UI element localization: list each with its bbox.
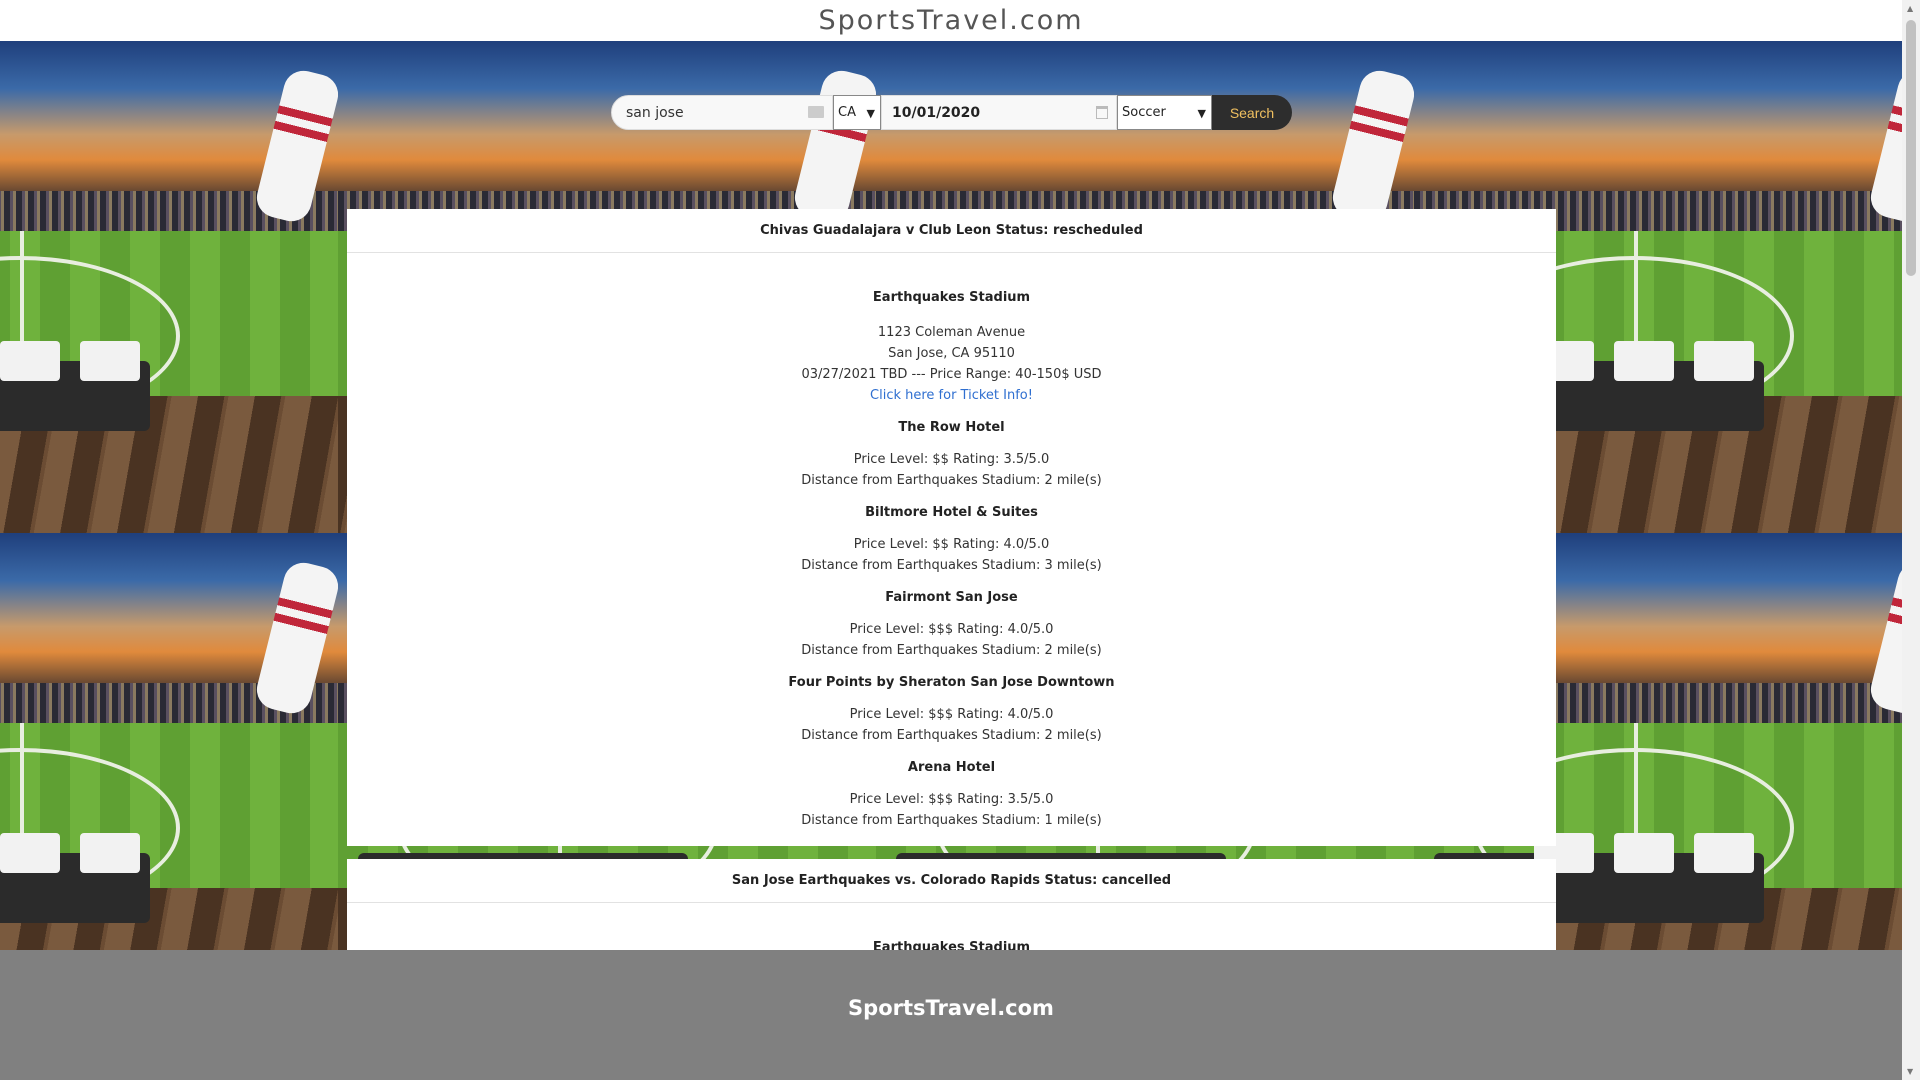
scroll-down-icon[interactable]: ▼: [1907, 1067, 1913, 1076]
event-card: San Jose Earthquakes vs. Colorado Rapids…: [347, 859, 1556, 950]
footer-title: SportsTravel.com: [848, 996, 1054, 1020]
venue-address-line2: San Jose, CA 95110: [888, 346, 1015, 361]
city-input[interactable]: san jose: [611, 95, 833, 130]
hotel-name: The Row Hotel: [898, 420, 1005, 435]
building-icon: [808, 106, 824, 118]
event-card: Chivas Guadalajara v Club Leon Status: r…: [347, 209, 1556, 846]
hotel-price-rating: Price Level: $$$ Rating: 4.0/5.0: [849, 622, 1054, 637]
search-bar: san jose CA ▼ 10/01/2020 Soccer ▼ Search: [611, 95, 1292, 130]
scrollbar-thumb[interactable]: [1906, 20, 1916, 276]
hotel-name: Arena Hotel: [907, 760, 996, 775]
date-input-value: 10/01/2020: [892, 104, 981, 121]
hotel-price-rating: Price Level: $$$ Rating: 3.5/5.0: [849, 792, 1054, 807]
venue-name: Earthquakes Stadium: [872, 290, 1031, 305]
hotel-name: Biltmore Hotel & Suites: [865, 505, 1038, 520]
hotel-price-rating: Price Level: $$ Rating: 4.0/5.0: [853, 537, 1050, 552]
event-title: San Jose Earthquakes vs. Colorado Rapids…: [347, 859, 1556, 903]
hotel-item: Four Points by Sheraton San Jose Downtow…: [347, 672, 1556, 746]
ticket-info-link[interactable]: Click here for Ticket Info!: [347, 385, 1556, 406]
site-header: SportsTravel.com: [0, 0, 1902, 41]
hotel-item: Fairmont San Jose Price Level: $$$ Ratin…: [347, 587, 1556, 661]
background-tile: [0, 41, 338, 533]
scroll-up-icon[interactable]: ▲: [1907, 4, 1913, 13]
search-button[interactable]: Search: [1212, 95, 1292, 130]
date-input[interactable]: 10/01/2020: [881, 95, 1117, 130]
sport-select[interactable]: Soccer ▼: [1117, 95, 1212, 130]
city-input-value: san jose: [626, 104, 684, 121]
state-select[interactable]: CA ▼: [833, 95, 881, 130]
event-date-price: 03/27/2021 TBD --- Price Range: 40-150$ …: [801, 367, 1102, 382]
chevron-down-icon: ▼: [1197, 107, 1206, 120]
hotel-price-rating: Price Level: $$$ Rating: 4.0/5.0: [849, 707, 1054, 722]
hotel-item: Biltmore Hotel & Suites Price Level: $$ …: [347, 502, 1556, 576]
chevron-down-icon: ▼: [866, 107, 875, 120]
hotel-name: Fairmont San Jose: [885, 590, 1018, 605]
hotel-price-rating: Price Level: $$ Rating: 3.5/5.0: [853, 452, 1050, 467]
sport-select-value: Soccer: [1122, 105, 1166, 120]
hotel-item: The Row Hotel Price Level: $$ Rating: 3.…: [347, 417, 1556, 491]
hotel-distance: Distance from Earthquakes Stadium: 1 mil…: [801, 813, 1102, 828]
venue-address-line1: 1123 Coleman Avenue: [877, 325, 1026, 340]
site-footer: SportsTravel.com: [0, 950, 1902, 1080]
page-scrollbar[interactable]: ▲ ▼: [1902, 0, 1920, 1080]
calendar-icon: [1096, 106, 1108, 119]
hotel-list: The Row Hotel Price Level: $$ Rating: 3.…: [347, 417, 1556, 831]
state-select-value: CA: [838, 105, 856, 120]
hotel-distance: Distance from Earthquakes Stadium: 2 mil…: [801, 643, 1102, 658]
hotel-name: Four Points by Sheraton San Jose Downtow…: [788, 675, 1115, 690]
venue-name: Earthquakes Stadium: [872, 940, 1031, 950]
background-tile: [0, 533, 338, 950]
site-logo[interactable]: SportsTravel.com: [0, 0, 1902, 41]
hotel-distance: Distance from Earthquakes Stadium: 2 mil…: [801, 728, 1102, 743]
event-title: Chivas Guadalajara v Club Leon Status: r…: [347, 209, 1556, 253]
hotel-distance: Distance from Earthquakes Stadium: 3 mil…: [801, 558, 1102, 573]
hotel-distance: Distance from Earthquakes Stadium: 2 mil…: [801, 473, 1102, 488]
hotel-item: Arena Hotel Price Level: $$$ Rating: 3.5…: [347, 757, 1556, 831]
